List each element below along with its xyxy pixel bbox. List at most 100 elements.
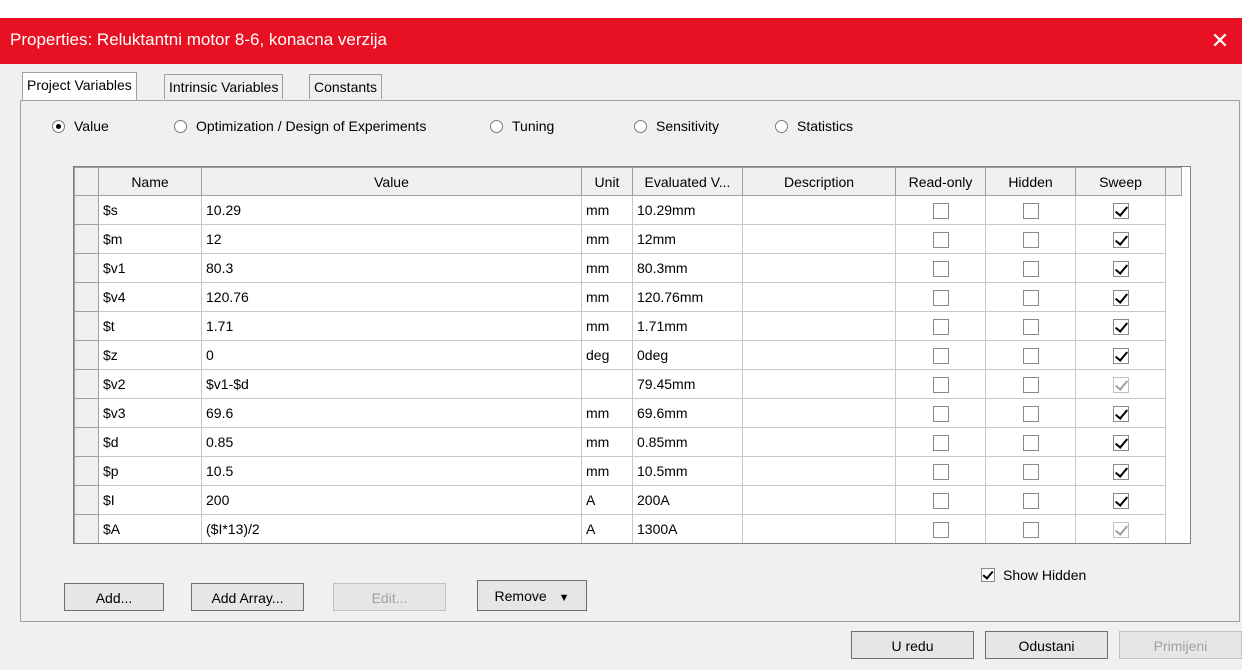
cell-evaluated[interactable]: 10.5mm	[632, 456, 743, 486]
cell-evaluated[interactable]: 0deg	[632, 340, 743, 370]
cell-hidden[interactable]	[985, 253, 1076, 283]
cell-description[interactable]	[742, 398, 896, 428]
cell-hidden[interactable]	[985, 369, 1076, 399]
cell-sweep[interactable]	[1075, 369, 1166, 399]
cell-hidden[interactable]	[985, 311, 1076, 341]
column-header-value[interactable]: Value	[201, 167, 582, 196]
checkbox-unchecked-icon[interactable]	[932, 260, 949, 277]
radio-tuning[interactable]: Tuning	[490, 116, 554, 136]
checkbox-checked-icon[interactable]	[1112, 260, 1129, 277]
cell-sweep[interactable]	[1075, 253, 1166, 283]
table-row[interactable]: $p 10.5 mm 10.5mm	[74, 456, 1182, 486]
row-header[interactable]	[74, 369, 99, 399]
cell-description[interactable]	[742, 282, 896, 312]
cell-description[interactable]	[742, 514, 896, 543]
row-header[interactable]	[74, 253, 99, 283]
tab-constants[interactable]: Constants	[309, 74, 383, 99]
cell-sweep[interactable]	[1075, 485, 1166, 515]
cell-evaluated[interactable]: 1300A	[632, 514, 743, 543]
cell-hidden[interactable]	[985, 485, 1076, 515]
row-header[interactable]	[74, 398, 99, 428]
checkbox-checked-icon[interactable]	[1112, 434, 1129, 451]
cell-name[interactable]: $v3	[98, 398, 202, 428]
checkbox-unchecked-icon[interactable]	[1022, 231, 1039, 248]
cell-unit[interactable]: mm	[581, 195, 633, 225]
cell-read-only[interactable]	[895, 195, 986, 225]
column-header-unit[interactable]: Unit	[581, 167, 633, 196]
cell-evaluated[interactable]: 120.76mm	[632, 282, 743, 312]
cell-sweep[interactable]	[1075, 340, 1166, 370]
cell-value[interactable]: 0.85	[201, 427, 582, 457]
cancel-button[interactable]: Odustani	[985, 631, 1108, 659]
table-row[interactable]: $s 10.29 mm 10.29mm	[74, 195, 1182, 225]
checkbox-unchecked-icon[interactable]	[1022, 492, 1039, 509]
checkbox-checked-icon[interactable]	[1112, 202, 1129, 219]
cell-name[interactable]: $p	[98, 456, 202, 486]
cell-name[interactable]: $I	[98, 485, 202, 515]
cell-hidden[interactable]	[985, 514, 1076, 543]
cell-read-only[interactable]	[895, 398, 986, 428]
column-header-evaluated[interactable]: Evaluated V...	[632, 167, 743, 196]
checkbox-checked-icon[interactable]	[1112, 463, 1129, 480]
cell-sweep[interactable]	[1075, 456, 1166, 486]
radio-value[interactable]: Value	[52, 116, 109, 136]
cell-evaluated[interactable]: 1.71mm	[632, 311, 743, 341]
cell-unit[interactable]: mm	[581, 253, 633, 283]
cell-evaluated[interactable]: 80.3mm	[632, 253, 743, 283]
show-hidden-checkbox[interactable]: Show Hidden	[981, 567, 1086, 583]
cell-value[interactable]: ($I*13)/2	[201, 514, 582, 543]
checkbox-checked-icon[interactable]	[1112, 492, 1129, 509]
cell-hidden[interactable]	[985, 340, 1076, 370]
table-row[interactable]: $I 200 A 200A	[74, 485, 1182, 515]
row-header[interactable]	[74, 340, 99, 370]
table-row[interactable]: $z 0 deg 0deg	[74, 340, 1182, 370]
cell-unit[interactable]: mm	[581, 224, 633, 254]
cell-description[interactable]	[742, 369, 896, 399]
cell-unit[interactable]: A	[581, 514, 633, 543]
checkbox-unchecked-icon[interactable]	[932, 434, 949, 451]
cell-name[interactable]: $s	[98, 195, 202, 225]
cell-description[interactable]	[742, 195, 896, 225]
column-header-name[interactable]: Name	[98, 167, 202, 196]
cell-read-only[interactable]	[895, 224, 986, 254]
checkbox-checked-icon[interactable]	[1112, 405, 1129, 422]
row-header[interactable]	[74, 311, 99, 341]
cell-name[interactable]: $v2	[98, 369, 202, 399]
cell-description[interactable]	[742, 253, 896, 283]
cell-description[interactable]	[742, 485, 896, 515]
cell-value[interactable]: 0	[201, 340, 582, 370]
cell-read-only[interactable]	[895, 485, 986, 515]
checkbox-checked-icon[interactable]	[1112, 289, 1129, 306]
cell-value[interactable]: 200	[201, 485, 582, 515]
checkbox-checked-icon[interactable]	[1112, 318, 1129, 335]
table-row[interactable]: $t 1.71 mm 1.71mm	[74, 311, 1182, 341]
cell-read-only[interactable]	[895, 253, 986, 283]
cell-name[interactable]: $t	[98, 311, 202, 341]
table-row[interactable]: $m 12 mm 12mm	[74, 224, 1182, 254]
column-header-hidden[interactable]: Hidden	[985, 167, 1076, 196]
checkbox-checked-icon[interactable]	[1112, 521, 1129, 538]
cell-hidden[interactable]	[985, 427, 1076, 457]
cell-read-only[interactable]	[895, 427, 986, 457]
checkbox-unchecked-icon[interactable]	[1022, 376, 1039, 393]
cell-sweep[interactable]	[1075, 427, 1166, 457]
cell-read-only[interactable]	[895, 282, 986, 312]
edit-button[interactable]: Edit...	[333, 583, 446, 611]
row-header[interactable]	[74, 456, 99, 486]
cell-sweep[interactable]	[1075, 398, 1166, 428]
cell-sweep[interactable]	[1075, 282, 1166, 312]
cell-value[interactable]: 12	[201, 224, 582, 254]
cell-evaluated[interactable]: 79.45mm	[632, 369, 743, 399]
row-header[interactable]	[74, 514, 99, 543]
cell-hidden[interactable]	[985, 456, 1076, 486]
remove-button[interactable]: Remove ▼	[477, 580, 587, 611]
checkbox-unchecked-icon[interactable]	[932, 231, 949, 248]
checkbox-unchecked-icon[interactable]	[1022, 289, 1039, 306]
cell-unit[interactable]: A	[581, 485, 633, 515]
checkbox-unchecked-icon[interactable]	[1022, 260, 1039, 277]
cell-read-only[interactable]	[895, 456, 986, 486]
table-row[interactable]: $v2 $v1-$d 79.45mm	[74, 369, 1182, 399]
cell-unit[interactable]: mm	[581, 398, 633, 428]
table-row[interactable]: $A ($I*13)/2 A 1300A	[74, 514, 1182, 543]
add-array-button[interactable]: Add Array...	[191, 583, 304, 611]
